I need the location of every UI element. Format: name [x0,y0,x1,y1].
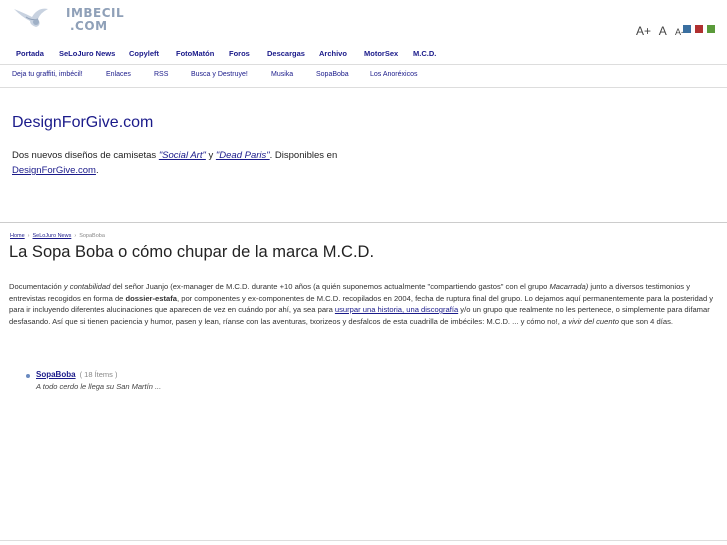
page-title: La Sopa Boba o cómo chupar de la marca M… [9,243,375,261]
site-header: IMBECIL .COM A+ A A- [0,0,727,44]
nav-archivo[interactable]: Archivo [319,49,347,58]
list-item-title-row: SopaBoba( 18 Ítems ) [36,370,118,379]
promo-text-part: y [205,150,216,161]
color-theme-switcher [683,25,719,43]
article-emphasis: Macarrada) [549,282,589,291]
theme-blue-swatch[interactable] [683,25,691,33]
sopaboba-link[interactable]: SopaBoba [36,370,76,379]
nav-sopaboba[interactable]: SopaBoba [316,71,349,78]
list-item-description: A todo cerdo le llega su San Martín ... [36,382,162,391]
nav-enlaces[interactable]: Enlaces [106,71,131,78]
nav-fotomaton[interactable]: FotoMatón [176,49,214,58]
promo-text-part: . Disponibles en [269,150,338,161]
site-logo[interactable]: IMBECIL .COM [12,3,124,35]
breadcrumb-current: SopaBoba [79,233,105,239]
theme-green-swatch[interactable] [707,25,715,33]
dead-paris-link[interactable]: "Dead Paris" [216,150,270,161]
footer-divider [0,540,727,541]
nav-foros[interactable]: Foros [229,49,250,58]
logo-text-com: .COM [70,19,108,33]
primary-nav: Portada SeLoJuro News Copyleft FotoMatón… [0,44,727,65]
font-reset-button[interactable]: A [659,24,667,38]
theme-red-swatch[interactable] [695,25,703,33]
bullet-icon [26,374,30,378]
nav-portada[interactable]: Portada [16,49,44,58]
bird-logo-icon [14,8,48,27]
social-art-link[interactable]: "Social Art" [159,150,206,161]
usurpar-historia-link[interactable]: usurpar una historia, una discografía [335,305,458,314]
article-text: del señor Juanjo (ex-manager de M.C.D. d… [110,282,550,291]
nav-copyleft[interactable]: Copyleft [129,49,159,58]
article-emphasis: y contabilidad [63,282,111,291]
nav-selojuro-news[interactable]: SeLoJuro News [59,49,115,58]
breadcrumb-home[interactable]: Home [10,233,25,239]
nav-motorsex[interactable]: MotorSex [364,49,398,58]
article-strong: dossier-estafa [125,293,178,303]
promo-text-part: Dos nuevos diseños de camisetas [12,150,159,161]
article-body: Documentación y contabilidad del señor J… [9,281,714,327]
breadcrumb: Home › SeLoJuro News › SopaBoba [10,233,105,239]
article-emphasis: a vivir del cuento [561,316,619,326]
promo-title: DesignForGive.com [12,114,154,131]
nav-rss[interactable]: RSS [154,71,168,78]
font-size-controls: A+ A A- [636,24,689,38]
nav-busca-y-destruye[interactable]: Busca y Destruye! [191,71,248,78]
secondary-nav: Deja tu graffiti, imbécil! Enlaces RSS B… [0,65,727,88]
item-count: ( 18 Ítems ) [79,370,118,379]
promo-text: Dos nuevos diseños de camisetas "Social … [12,148,412,178]
designforgive-link[interactable]: DesignForGive.com [12,165,96,176]
logo-text-imbecil: IMBECIL [66,6,125,20]
promo-box: DesignForGive.com Dos nuevos diseños de … [12,114,412,178]
nav-los-anorexicos[interactable]: Los Anoréxicos [370,71,417,78]
nav-mcd[interactable]: M.C.D. [413,49,436,58]
nav-musika[interactable]: Musika [271,71,293,78]
nav-graffiti[interactable]: Deja tu graffiti, imbécil! [12,71,83,78]
article-text: Documentación [9,282,64,291]
promo-text-part: . [95,165,99,176]
breadcrumb-section[interactable]: SeLoJuro News [33,233,72,239]
font-increase-button[interactable]: A+ [636,24,651,38]
nav-descargas[interactable]: Descargas [267,49,305,58]
article-text: que son 4 días. [618,316,673,326]
section-divider [0,222,727,223]
